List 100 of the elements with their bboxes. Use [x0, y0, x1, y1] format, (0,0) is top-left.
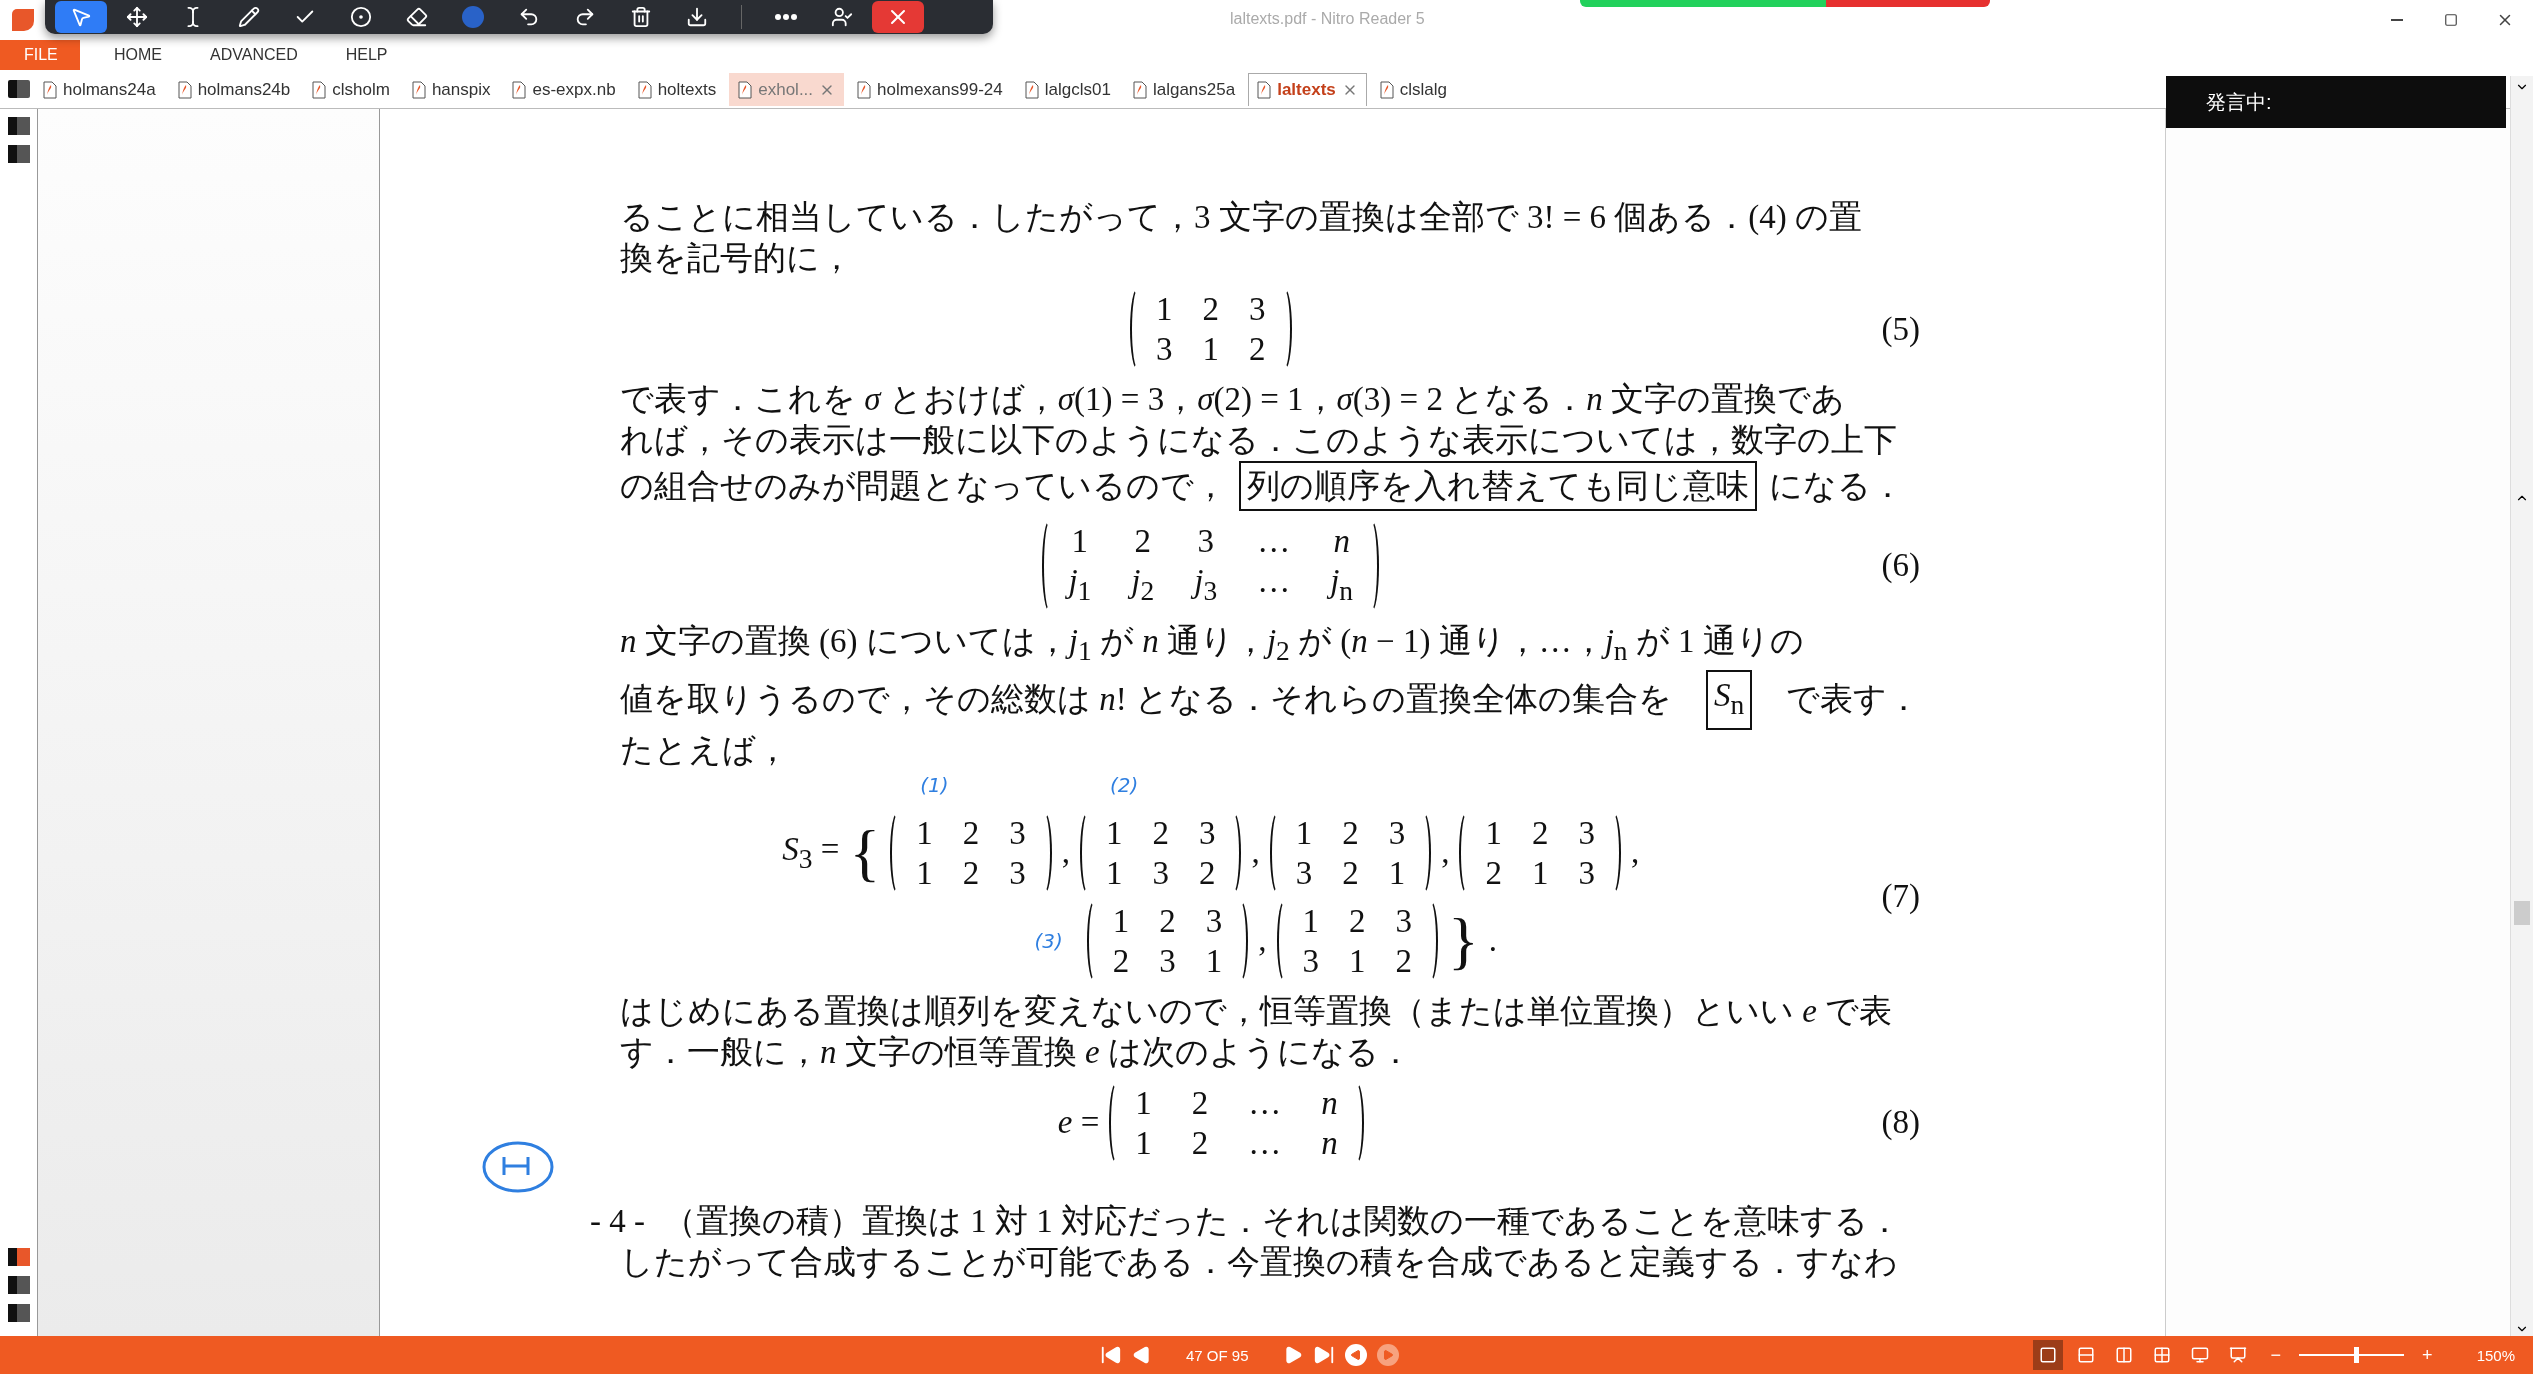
matrix-entry: 1 [1156, 290, 1173, 329]
text-line: 値を取りうるので，その総数は n! となる．それらの置換全体の集合を [620, 680, 1672, 720]
back-button[interactable] [1344, 1344, 1367, 1366]
handwritten-note: (1) [920, 772, 949, 797]
minimize-icon [2391, 19, 2403, 21]
matrix-entry: 3 [1249, 290, 1266, 329]
first-page-button[interactable] [1100, 1344, 1122, 1366]
equation-number: (8) [1881, 1104, 1920, 1142]
matrix-entry: 3 [1009, 813, 1026, 853]
matrix-entry: 3 [1196, 522, 1215, 561]
pointer-tool[interactable] [55, 1, 107, 33]
matrix-entry: n [1321, 1123, 1338, 1163]
pdf-file-icon [411, 80, 426, 99]
close-toolbar-button[interactable] [872, 1, 924, 33]
redo-icon [574, 6, 596, 28]
matrix-entry: 1 [1070, 522, 1090, 561]
move-icon [126, 6, 148, 28]
grid-icon [2152, 1346, 2171, 1364]
matrix-entry: 3 [1578, 853, 1595, 893]
matrix-entry: 3 [1395, 901, 1413, 941]
math-symbol: e = [1057, 1104, 1100, 1142]
view-mode-button[interactable] [2032, 1340, 2063, 1370]
matrix-entry: 2 [1531, 813, 1549, 853]
menu-item[interactable]: HOME [90, 40, 186, 70]
pencil-icon [238, 6, 260, 28]
matrix-entry: 1 [1295, 813, 1313, 853]
matrix-entry: 3 [1205, 901, 1223, 941]
pdf-file-icon [1379, 80, 1394, 99]
slider-thumb[interactable] [2354, 1347, 2360, 1363]
page-number: - 4 - [590, 1202, 645, 1240]
skip-back-icon [1100, 1344, 1122, 1366]
pdf-file-icon [312, 80, 327, 99]
matrix-entry: 3 [1388, 813, 1406, 853]
pdf-file-icon [857, 80, 872, 99]
triangle-left-icon [1349, 1349, 1362, 1361]
matrix-entry: 2 [1133, 522, 1153, 561]
text-line: で表す． [1786, 680, 1920, 720]
punctuation: , [1630, 834, 1640, 872]
scrollbar[interactable] [2510, 76, 2533, 1336]
zoom-level: 150% [2476, 1346, 2515, 1364]
text-line: n 文字の置換 (6) については，j$_{1}$ が n 通り，j$_{2}$ が (n − 1) 通り，…，j$_{n}$ が 1 通りの [620, 621, 1804, 668]
last-page-button[interactable] [1312, 1344, 1335, 1366]
page-indicator: 47 OF 95 [1186, 1346, 1249, 1364]
undo-icon [518, 6, 540, 28]
text-line: れば，その表示は一般に以下のようになる．このような表示については，数字の上下 [620, 421, 1897, 460]
comma: , [1441, 834, 1450, 872]
eraser-icon [406, 6, 428, 28]
brace: } [1448, 908, 1479, 973]
matrix-entry: 3 [1009, 853, 1026, 893]
document-tab[interactable]: exhol... [729, 72, 845, 106]
menu-item[interactable]: HELP [321, 40, 412, 70]
document-tab[interactable]: laltexts [1248, 72, 1367, 106]
pdf-file-icon [738, 80, 753, 99]
matrix-entry: n [1321, 1083, 1338, 1123]
matrix-entry: 1 [1388, 853, 1406, 893]
text-line: 換を記号的に， [620, 239, 853, 278]
matrix-entry: … [1257, 562, 1291, 601]
matrix-entry: 2 [1342, 853, 1359, 893]
comma: , [1258, 922, 1267, 960]
presentation-icon [2228, 1346, 2247, 1364]
speech-status-panel: 発言中: [2166, 76, 2506, 128]
menu-item[interactable]: ADVANCED [186, 40, 322, 70]
matrix-entry: 1 [1105, 813, 1123, 853]
matrix-entry: 2 [1152, 813, 1169, 853]
trash-icon [630, 6, 652, 28]
matrix-entry: 3 [1152, 853, 1169, 893]
triangle-right-icon [1381, 1349, 1394, 1361]
matrix-entry: 2 [1249, 330, 1266, 369]
text-line: （置換の積）置換は 1 対 1 対応だった．それは関数の一種であることを意味する． [663, 1201, 1901, 1241]
matrix-entry: 3 [1578, 813, 1595, 853]
window-title: laltexts.pdf - Nitro Reader 5 [1230, 10, 1425, 28]
matrix-entry: 2 [1342, 813, 1359, 853]
color-dot-icon [462, 6, 484, 28]
text-line: す．一般に，n 文字の恒等置換 e は次のようになる． [620, 1032, 1412, 1072]
matrix-entry: 2 [1395, 941, 1413, 981]
matrix-entry: 3 [1198, 813, 1216, 853]
pdf-file-icon [177, 80, 192, 99]
text-line: たとえば， [620, 730, 789, 770]
boxed-phrase: S$_{n}$ [1705, 670, 1753, 730]
matrix-entry: … [1248, 1123, 1282, 1163]
user-icon [831, 6, 853, 28]
punctuation: . [1488, 922, 1498, 960]
skip-forward-icon [1312, 1344, 1335, 1366]
matrix-entry: 1 [1485, 813, 1502, 853]
columns-icon [2114, 1346, 2133, 1364]
app-logo [12, 9, 34, 31]
matrix-entry: 2 [962, 853, 980, 893]
matrix-entry: 2 [1159, 901, 1176, 941]
previous-page-button[interactable] [1132, 1345, 1152, 1365]
scroll-thumb[interactable] [2514, 901, 2530, 926]
brace: { [849, 820, 881, 885]
text-line: したがって合成することが可能である．今置換の積を合成であると定義する．すなわ [620, 1242, 1898, 1282]
matrix-entry: 1 [916, 853, 933, 893]
more-icon [775, 14, 797, 20]
text-line: ることに相当している．したがって，3 文字の置換は全部で 3! = 6 個ある．(4) の置 [620, 198, 1863, 237]
single-page-icon [2038, 1346, 2057, 1364]
matrix-entry: 3 [1156, 330, 1173, 369]
matrix-entry: 1 [916, 813, 933, 853]
triangle-left-icon [1132, 1345, 1152, 1365]
pdf-file-icon [637, 80, 652, 99]
